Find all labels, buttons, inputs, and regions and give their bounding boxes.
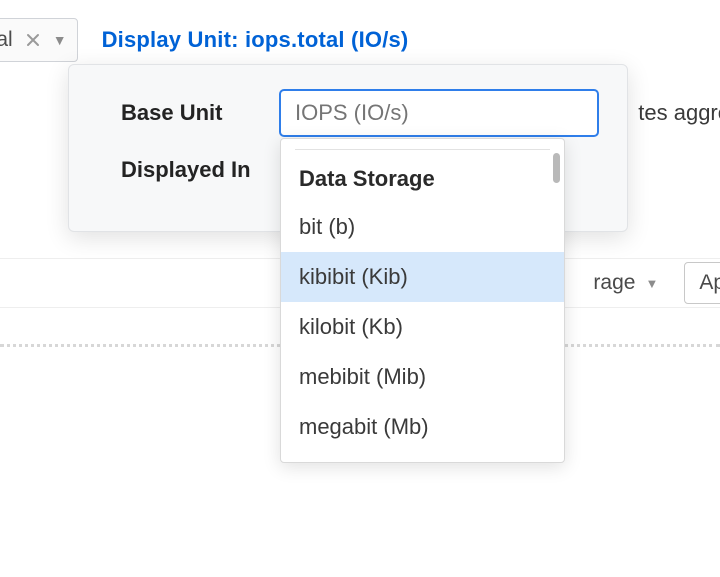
dropdown-item[interactable]: megabit (Mb) (281, 402, 564, 452)
scrollbar-thumb[interactable] (553, 153, 560, 183)
dropdown-group-header: Data Storage (281, 156, 564, 202)
filter-row: ps.total ▼ Display Unit: iops.total (IO/… (0, 16, 720, 64)
base-unit-row: Base Unit (97, 89, 599, 137)
apply-label: Ap (699, 271, 720, 295)
apply-button-truncated[interactable]: Ap (684, 262, 720, 304)
aggregation-label: rage (593, 271, 635, 295)
chevron-down-icon[interactable]: ▼ (53, 32, 67, 48)
display-unit-link[interactable]: Display Unit: iops.total (IO/s) (102, 27, 409, 53)
base-unit-label: Base Unit (97, 100, 255, 126)
dropdown-item[interactable]: mebibit (Mib) (281, 352, 564, 402)
chevron-down-icon: ▼ (645, 276, 658, 291)
dropdown-item[interactable]: bit (b) (281, 202, 564, 252)
close-icon[interactable] (25, 32, 41, 48)
aggregation-dropdown-truncated[interactable]: rage ▼ (587, 267, 664, 299)
metric-tag-text: ps.total (0, 28, 13, 52)
unit-dropdown-listbox[interactable]: Data Storage bit (b)kibibit (Kib)kilobit… (280, 138, 565, 463)
dropdown-item[interactable]: kilobit (Kb) (281, 302, 564, 352)
base-unit-input[interactable] (279, 89, 599, 137)
dropdown-divider (295, 149, 550, 150)
aggregates-label-truncated: tes aggre (638, 100, 720, 126)
dropdown-item[interactable]: kibibit (Kib) (281, 252, 564, 302)
metric-tag-pill[interactable]: ps.total ▼ (0, 18, 78, 62)
displayed-in-label: Displayed In (97, 157, 277, 183)
